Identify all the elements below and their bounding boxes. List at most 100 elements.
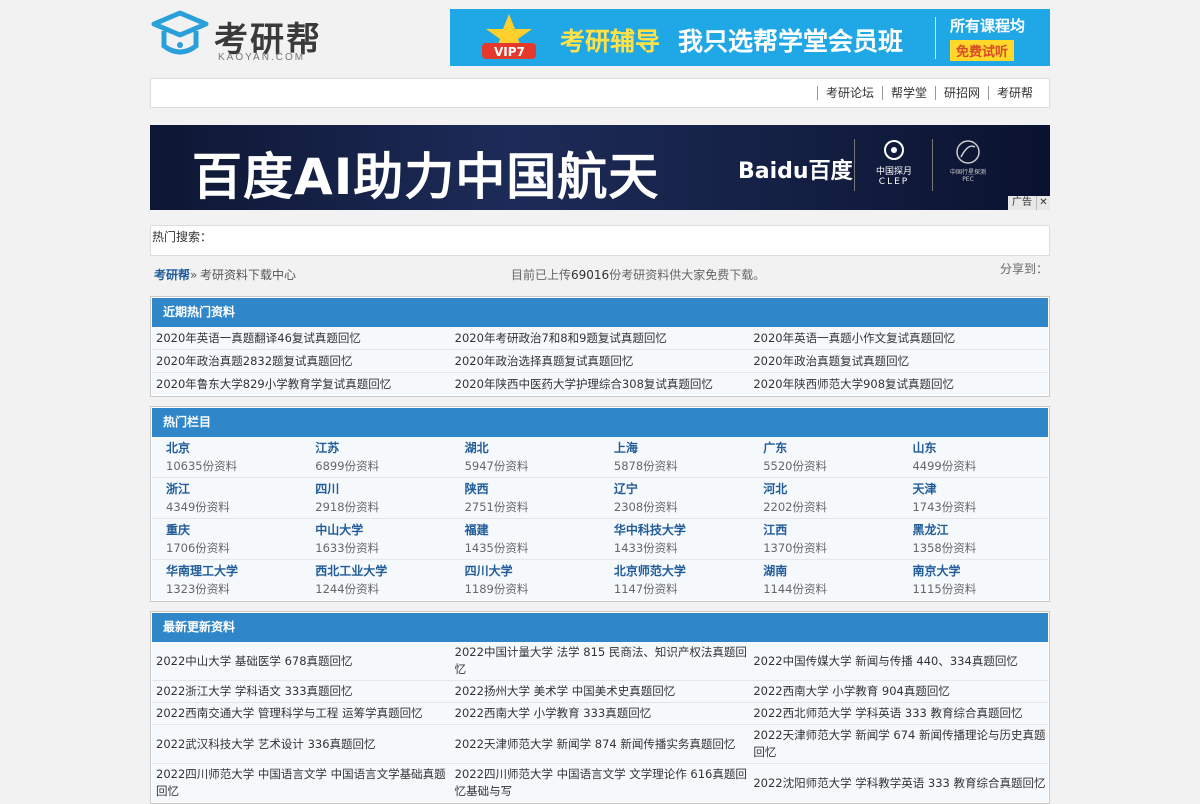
category-count: 1358份资料	[912, 541, 977, 555]
category-item[interactable]: 上海 5878份资料	[600, 437, 749, 477]
category-name[interactable]: 中山大学	[315, 522, 450, 539]
category-name[interactable]: 江苏	[315, 440, 450, 457]
category-name[interactable]: 黑龙江	[912, 522, 1047, 539]
category-name[interactable]: 西北工业大学	[315, 563, 450, 580]
ad-note: 所有课程均	[950, 17, 1026, 35]
category-item[interactable]: 福建 1435份资料	[451, 519, 600, 559]
category-name[interactable]: 山东	[912, 440, 1047, 457]
list-link[interactable]: 2022沈阳师范大学 学科教学英语 333 教育综合真题回忆	[753, 775, 1045, 792]
category-item[interactable]: 中山大学 1633份资料	[301, 519, 450, 559]
list-link[interactable]: 2022天津师范大学 新闻学 674 新闻传播理论与历史真题回忆	[753, 727, 1048, 761]
category-item[interactable]: 华中科技大学 1433份资料	[600, 519, 749, 559]
category-item[interactable]: 江苏 6899份资料	[301, 437, 450, 477]
list-link[interactable]: 2020年陕西师范大学908复试真题回忆	[753, 376, 954, 392]
category-item[interactable]: 广东 5520份资料	[749, 437, 898, 477]
ad-main-text: 百度AI助力中国航天	[192, 148, 660, 206]
nav-link-yanzhao[interactable]: 研招网	[934, 86, 988, 100]
category-item[interactable]: 辽宁 2308份资料	[600, 478, 749, 518]
page: 考研帮 KAOYAN.COM VIP7 考研辅导 我只选帮学堂会员班 所有课程均…	[150, 0, 1050, 804]
category-name[interactable]: 辽宁	[614, 481, 749, 498]
list-link[interactable]: 2022西南交通大学 管理科学与工程 运筹学真题回忆	[156, 705, 423, 722]
category-item[interactable]: 江西 1370份资料	[749, 519, 898, 559]
category-row: 华南理工大学 1323份资料 西北工业大学 1244份资料 四川大学 1189份资料 北京师…	[152, 560, 1048, 600]
list-link[interactable]: 2022西南大学 小学教育 333真题回忆	[455, 705, 652, 722]
category-name[interactable]: 福建	[465, 522, 600, 539]
category-name[interactable]: 湖北	[465, 440, 600, 457]
category-count: 5947份资料	[464, 459, 529, 473]
category-name[interactable]: 江西	[763, 522, 898, 539]
nav-link-kaoyanbang[interactable]: 考研帮	[987, 86, 1041, 100]
category-item[interactable]: 北京 10635份资料	[152, 437, 301, 477]
clep-logo: 中国探月 CLEP	[868, 139, 920, 187]
category-item[interactable]: 四川 2918份资料	[301, 478, 450, 518]
category-count: 1743份资料	[912, 500, 977, 514]
clep-cn: 中国探月	[875, 167, 912, 177]
category-item[interactable]: 北京师范大学 1147份资料	[600, 560, 749, 600]
category-name[interactable]: 天津	[912, 481, 1047, 498]
list-link[interactable]: 2022天津师范大学 新闻学 874 新闻传播实务真题回忆	[455, 736, 736, 753]
category-item[interactable]: 河北 2202份资料	[749, 478, 898, 518]
category-item[interactable]: 黑龙江 1358份资料	[898, 519, 1047, 559]
category-name[interactable]: 华南理工大学	[166, 563, 301, 580]
category-name[interactable]: 北京师范大学	[614, 563, 749, 580]
category-count: 1435份资料	[464, 541, 529, 555]
category-item[interactable]: 西北工业大学 1244份资料	[301, 560, 450, 600]
list-link[interactable]: 2022扬州大学 美术学 中国美术史真题回忆	[455, 683, 676, 700]
list-link[interactable]: 2022四川师范大学 中国语言文学 中国语言文学基础真题回忆	[156, 766, 451, 800]
list-link[interactable]: 2020年政治选择真题复试真题回忆	[455, 353, 634, 369]
category-item[interactable]: 天津 1743份资料	[898, 478, 1047, 518]
list-link[interactable]: 2020年英语一真题小作文复试真题回忆	[753, 330, 955, 346]
list-link[interactable]: 2022浙江大学 学科语文 333真题回忆	[156, 683, 353, 700]
list-link[interactable]: 2020年政治真题2832题复试真题回忆	[156, 353, 353, 369]
category-name[interactable]: 河北	[763, 481, 898, 498]
nav-link-bangxuetang[interactable]: 帮学堂	[881, 86, 935, 100]
category-item[interactable]: 重庆 1706份资料	[152, 519, 301, 559]
ad-headline-2: 我只选帮学堂会员班	[678, 27, 904, 56]
category-item[interactable]: 四川大学 1189份资料	[451, 560, 600, 600]
ad-free-trial-button[interactable]: 免费试听	[950, 40, 1015, 61]
list-link[interactable]: 2022四川师范大学 中国语言文学 文学理论作 616真题回忆基础与写	[455, 766, 750, 800]
list-link[interactable]: 2022中国传媒大学 新闻与传播 440、334真题回忆	[753, 653, 1017, 670]
category-name[interactable]: 南京大学	[912, 563, 1047, 580]
nav-link-forum[interactable]: 考研论坛	[816, 86, 882, 100]
category-item[interactable]: 陕西 2751份资料	[451, 478, 600, 518]
list-link[interactable]: 2022中山大学 基础医学 678真题回忆	[156, 653, 353, 670]
breadcrumb-home[interactable]: 考研帮	[154, 256, 190, 294]
list-link[interactable]: 2020年考研政治7和8和9题复试真题回忆	[455, 330, 667, 346]
category-item[interactable]: 南京大学 1115份资料	[898, 560, 1047, 600]
category-item[interactable]: 湖南 1144份资料	[749, 560, 898, 600]
category-name[interactable]: 陕西	[465, 481, 600, 498]
category-row: 重庆 1706份资料 中山大学 1633份资料 福建 1435份资料 华中科技大学 1433份…	[152, 519, 1048, 560]
category-count: 4499份资料	[912, 459, 977, 473]
ad-label[interactable]: 广告	[1008, 196, 1036, 210]
category-name[interactable]: 四川	[315, 481, 450, 498]
share-label: 分享到：	[1000, 262, 1049, 276]
category-name[interactable]: 华中科技大学	[614, 522, 749, 539]
list-link[interactable]: 2022西南大学 小学教育 904真题回忆	[753, 683, 950, 700]
category-name[interactable]: 广东	[763, 440, 898, 457]
category-name[interactable]: 湖南	[763, 563, 898, 580]
baidu-ad-banner[interactable]: 百度AI助力中国航天 Baidu百度 中国探月 CLEP 中国行星探测 PEC …	[150, 125, 1050, 210]
category-item[interactable]: 浙江 4349份资料	[152, 478, 301, 518]
list-link[interactable]: 2022武汉科技大学 艺术设计 336真题回忆	[156, 736, 376, 753]
ad-close-icon[interactable]: ✕	[1036, 196, 1050, 210]
latest-box: 最新更新资料 2022中山大学 基础医学 678真题回忆 2022中国计量大学 法…	[150, 611, 1050, 804]
category-name[interactable]: 北京	[166, 440, 301, 457]
list-link[interactable]: 2020年陕西中医药大学护理综合308复试真题回忆	[455, 376, 713, 392]
category-item[interactable]: 山东 4499份资料	[898, 437, 1047, 477]
category-name[interactable]: 上海	[614, 440, 749, 457]
top-banner-ad[interactable]: VIP7 考研辅导 我只选帮学堂会员班 所有课程均 免费试听	[450, 9, 1050, 66]
list-link[interactable]: 2020年政治真题复试真题回忆	[753, 353, 909, 369]
list-link[interactable]: 2022中国计量大学 法学 815 民商法、知识产权法真题回忆	[455, 644, 750, 678]
category-item[interactable]: 华南理工大学 1323份资料	[152, 560, 301, 600]
category-name[interactable]: 重庆	[166, 522, 301, 539]
clep-en: CLEP	[878, 177, 910, 187]
list-link[interactable]: 2022西北师范大学 学科英语 333 教育综合真题回忆	[753, 705, 1022, 722]
list-row: 2020年鲁东大学829小学教育学复试真题回忆 2020年陕西中医药大学护理综合…	[152, 373, 1048, 395]
category-name[interactable]: 浙江	[166, 481, 301, 498]
category-item[interactable]: 湖北 5947份资料	[451, 437, 600, 477]
list-link[interactable]: 2020年英语一真题翻译46复试真题回忆	[156, 330, 361, 346]
list-link[interactable]: 2020年鲁东大学829小学教育学复试真题回忆	[156, 376, 391, 392]
category-name[interactable]: 四川大学	[465, 563, 600, 580]
site-logo[interactable]: 考研帮 KAOYAN.COM	[150, 10, 330, 63]
